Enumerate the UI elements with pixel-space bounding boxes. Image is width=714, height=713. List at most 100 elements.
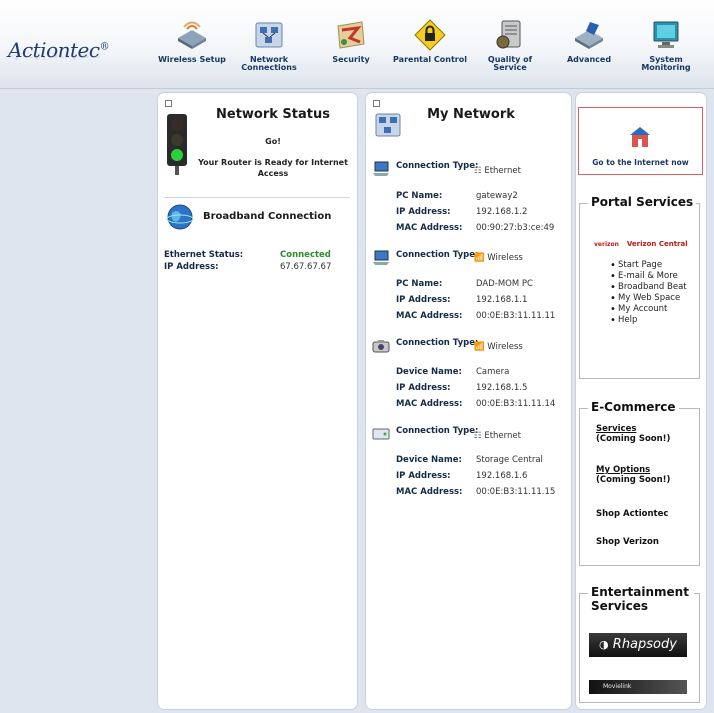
go-to-internet-label: Go to the Internet now: [592, 158, 689, 167]
quality-of-service-icon: [496, 20, 521, 49]
ip-address-value: 192.168.1.6: [476, 471, 528, 481]
logo-reflection: Actiontec: [8, 50, 100, 62]
portal-link[interactable]: E-mail & More: [610, 271, 710, 282]
services-note: (Coming Soon!): [596, 434, 671, 444]
mac-address-value: 00:0E:B3:11.11.14: [476, 399, 556, 409]
rhapsody-text: Rhapsody: [612, 637, 677, 652]
nav-wireless-setup[interactable]: Wireless Setup: [155, 18, 229, 64]
my-options-link[interactable]: My Options: [596, 465, 670, 475]
ip-address-label: IP Address:: [396, 383, 451, 393]
connection-type-text: Wireless: [487, 342, 523, 352]
pc-name-label: PC Name:: [396, 191, 443, 201]
connection-type-text: Wireless: [487, 253, 523, 263]
broadband-title: Broadband Connection: [203, 211, 332, 222]
nav-advanced[interactable]: Advanced: [552, 18, 626, 64]
pc-name-value: DAD-MOM PC: [476, 279, 533, 289]
network-icon: [375, 113, 401, 137]
connection-type-text: Ethernet: [484, 431, 521, 441]
nav-parental-control[interactable]: Parental Control: [393, 18, 467, 64]
traffic-light-icon: [167, 114, 187, 175]
globe-icon: [166, 204, 194, 230]
connection-type-text: Ethernet: [484, 166, 521, 176]
pc-icon: [373, 250, 389, 265]
nav-system-monitoring[interactable]: System Monitoring: [629, 18, 703, 73]
device-name-label: Device Name:: [396, 455, 462, 465]
nav-quality-of-service[interactable]: Quality of Service: [473, 18, 547, 73]
device-name-value: Storage Central: [476, 455, 543, 465]
nav-security[interactable]: Security: [314, 18, 388, 64]
entertainment-title: Entertainment Services: [588, 585, 694, 613]
portal-link[interactable]: Help: [610, 315, 710, 326]
network-connections-icon: [255, 22, 283, 48]
shop-verizon-link[interactable]: Shop Verizon: [596, 537, 659, 547]
panel-checkbox[interactable]: [373, 100, 380, 107]
verizon-central-text: Verizon Central: [626, 240, 688, 248]
nav-label: Advanced: [566, 55, 612, 64]
nav-label: System Monitoring: [641, 55, 691, 73]
connection-type-value: 📶 Wireless: [474, 253, 523, 263]
ip-address-label: IP Address:: [164, 262, 219, 272]
connection-type-value: ☷ Ethernet: [474, 431, 521, 441]
divider: [164, 197, 350, 198]
connection-type-value: 📶 Wireless: [474, 342, 523, 352]
mac-address-value: 00:0E:B3:11.11.15: [476, 487, 556, 497]
connection-type-label: Connection Type:: [396, 426, 479, 436]
ip-address-value: 192.168.1.1: [476, 295, 528, 305]
portal-links: Start Page E-mail & More Broadband Beat …: [598, 260, 710, 326]
my-network-panel: My Network Connection Type: ☷ Ethernet P…: [365, 92, 572, 710]
device-name-value: Camera: [476, 367, 510, 377]
mac-address-label: MAC Address:: [396, 311, 463, 321]
mac-address-label: MAC Address:: [396, 399, 463, 409]
portal-link[interactable]: Start Page: [610, 260, 710, 271]
portal-link[interactable]: My Web Space: [610, 293, 710, 304]
wireless-setup-icon: [178, 21, 206, 49]
top-navigation-bar: Actiontec® Actiontec Wireless Setup Netw…: [0, 0, 714, 89]
parental-control-icon: [414, 19, 446, 51]
entertainment-box: Entertainment Services ◑ Rhapsody Moviel…: [579, 585, 700, 703]
portal-services-box: Portal Services verizonVerizon Central S…: [579, 195, 700, 379]
device-name-label: Device Name:: [396, 367, 462, 377]
logo-mark: ®: [99, 41, 110, 53]
ecommerce-box: E-Commerce Services (Coming Soon!) My Op…: [579, 400, 700, 566]
portal-link[interactable]: Broadband Beat: [610, 282, 710, 293]
ethernet-status-label: Ethernet Status:: [164, 250, 244, 260]
verizon-central-logo[interactable]: verizon Verizon Central: [594, 240, 688, 248]
security-icon: [337, 21, 365, 49]
ip-address-label: IP Address:: [396, 471, 451, 481]
movielink-banner[interactable]: Movielink: [589, 680, 687, 694]
nav-label: Quality of Service: [487, 55, 533, 73]
mac-address-value: 00:0E:B3:11.11.11: [476, 311, 556, 321]
ip-address-value: 67.67.67.67: [280, 262, 332, 272]
services-link[interactable]: Services: [596, 424, 670, 434]
system-monitoring-icon: [653, 21, 679, 48]
rhapsody-banner[interactable]: ◑ Rhapsody: [589, 633, 687, 657]
go-text: Go!: [265, 137, 281, 146]
nav-label: Wireless Setup: [158, 55, 226, 64]
rhapsody-icon: ◑: [599, 638, 609, 651]
pc-name-value: gateway2: [476, 191, 518, 201]
house-icon: [630, 127, 650, 147]
storage-icon: [372, 428, 390, 440]
ip-address-label: IP Address:: [396, 207, 451, 217]
mac-address-value: 00:90:27:b3:ce:49: [476, 223, 555, 233]
options-item: My Options (Coming Soon!): [596, 465, 670, 485]
wireless-icon: 📶: [474, 253, 485, 263]
ip-address-value: 192.168.1.5: [476, 383, 528, 393]
nav-network-connections[interactable]: Network Connections: [232, 18, 306, 73]
connection-type-label: Connection Type:: [396, 250, 479, 260]
portal-link[interactable]: My Account: [610, 304, 710, 315]
connection-type-value: ☷ Ethernet: [474, 166, 521, 176]
nav-label: Parental Control: [393, 55, 467, 64]
router-ready-text: Your Router is Ready for Internet Access: [198, 158, 348, 178]
movielink-text: Movielink: [603, 683, 632, 690]
services-item: Services (Coming Soon!): [596, 424, 670, 444]
pc-name-label: PC Name:: [396, 279, 443, 289]
panel-checkbox[interactable]: [165, 100, 172, 107]
go-to-internet-button[interactable]: Go to the Internet now: [578, 107, 703, 175]
shop-actiontec-link[interactable]: Shop Actiontec: [596, 509, 668, 519]
my-network-title: My Network: [427, 107, 515, 122]
mac-address-label: MAC Address:: [396, 223, 463, 233]
network-status-panel: Network Status Go! Your Router is Ready …: [157, 92, 358, 710]
camera-icon: [372, 340, 390, 353]
network-status-title: Network Status: [216, 107, 330, 122]
